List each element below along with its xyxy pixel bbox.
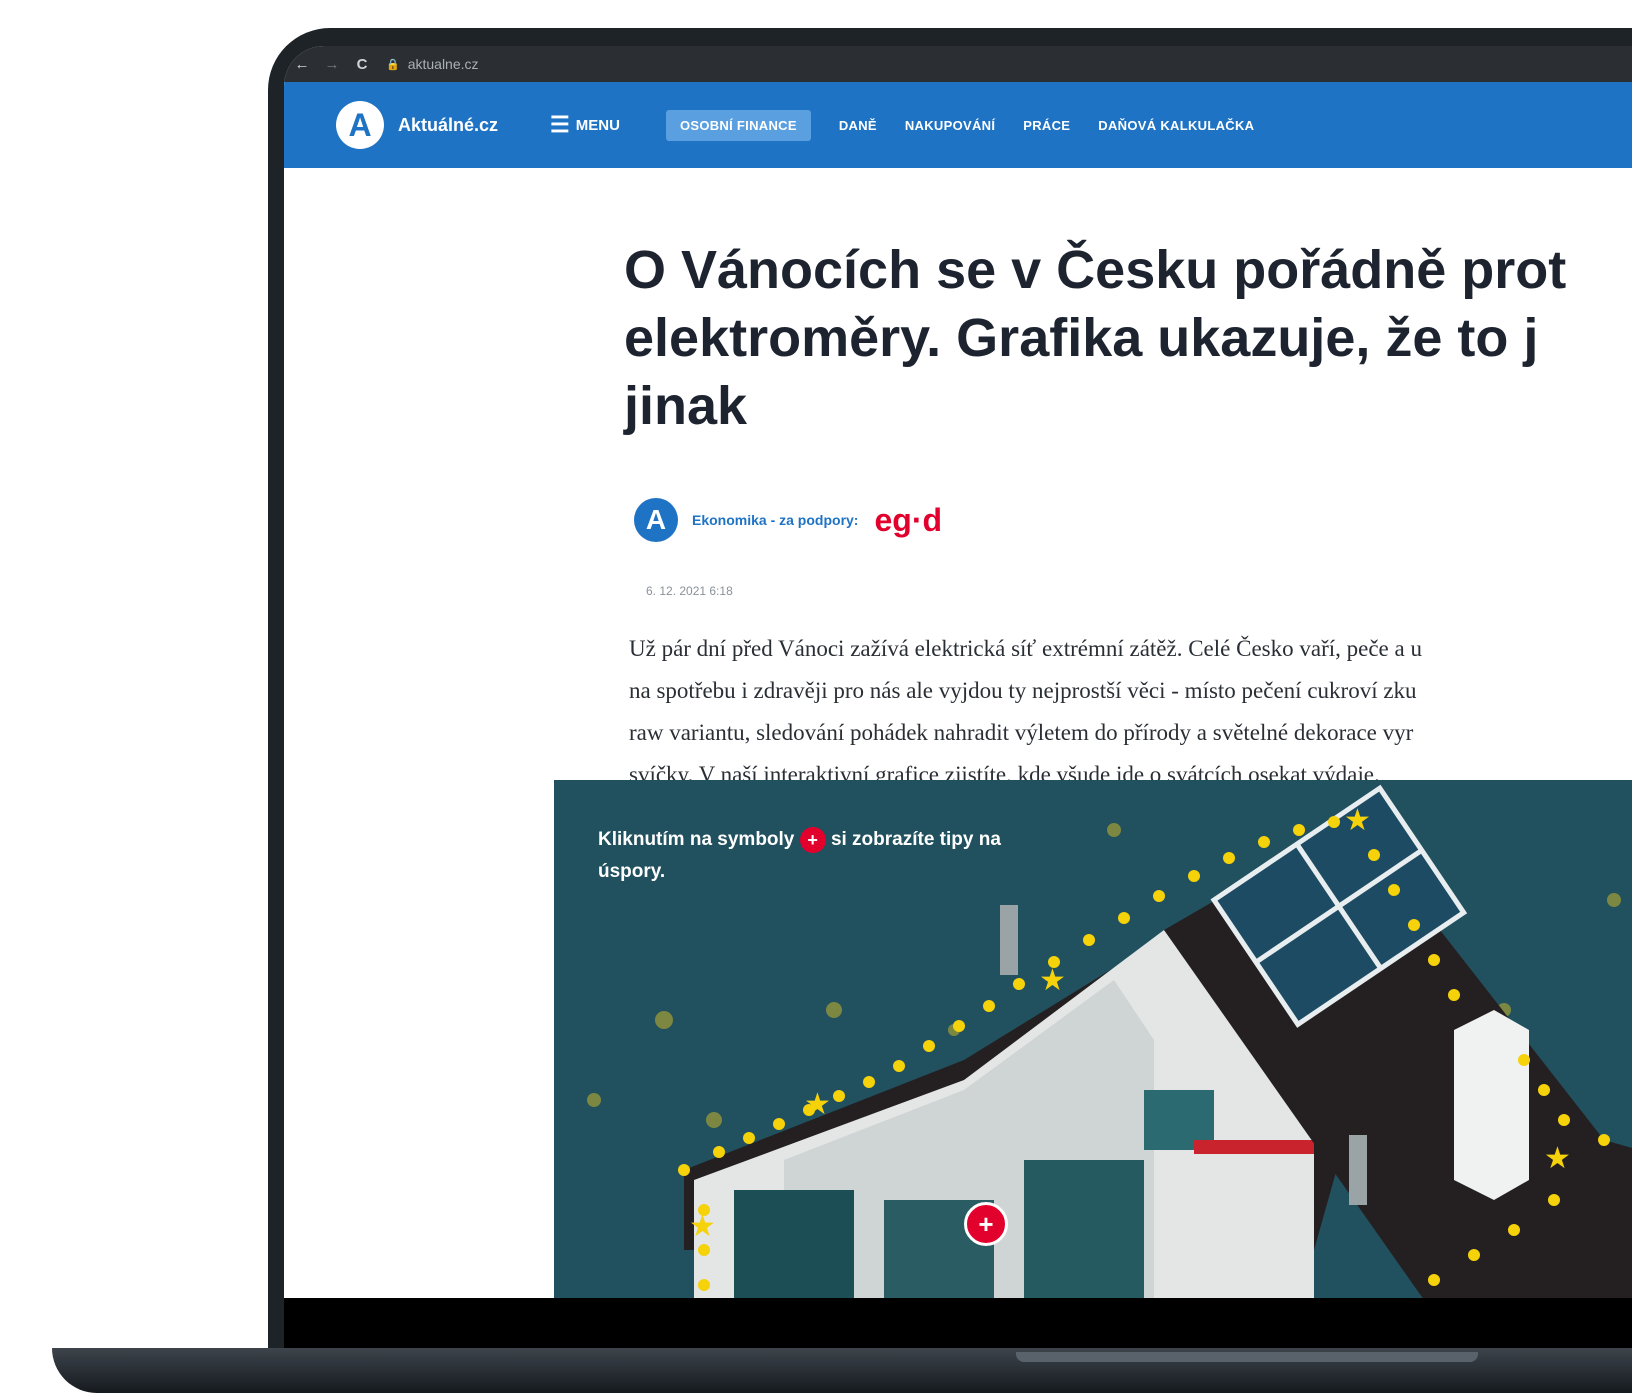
screen-bottom-bar bbox=[284, 1298, 1632, 1348]
article-meta: A Ekonomika - za podpory: eg·d bbox=[634, 498, 942, 542]
hint-text: Kliknutím na symboly bbox=[598, 829, 795, 850]
infographic-hint: Kliknutím na symboly + si zobrazíte tipy… bbox=[598, 824, 1018, 888]
menu-label: MENU bbox=[575, 116, 620, 134]
menu-button[interactable]: ☰ MENU bbox=[550, 114, 620, 136]
section-link[interactable]: Ekonomika - za podpory: bbox=[692, 512, 858, 528]
browser-toolbar: ← → C 🔒 aktualne.cz bbox=[284, 46, 1632, 82]
headline-line: O Vánocích se v Česku pořádně prot bbox=[624, 240, 1567, 300]
nav-dane[interactable]: DANĚ bbox=[839, 118, 877, 133]
headline-line: elektroměry. Grafika ukazuje, že to j bbox=[624, 308, 1539, 368]
lock-icon: 🔒 bbox=[386, 58, 400, 71]
lead-line: raw variantu, sledování pohádek nahradit… bbox=[629, 720, 1414, 745]
svg-text:★: ★ bbox=[1544, 1141, 1571, 1176]
lead-line: na spotřebu i zdravěji pro nás ale vyjdo… bbox=[629, 678, 1417, 703]
svg-text:★: ★ bbox=[1039, 963, 1066, 998]
tip-hotspot-button[interactable]: + bbox=[964, 1202, 1008, 1246]
headline-line: jinak bbox=[624, 376, 748, 436]
site-logo-text[interactable]: Aktuálné.cz bbox=[398, 115, 498, 136]
laptop-hinge bbox=[1016, 1352, 1478, 1362]
back-icon[interactable]: ← bbox=[290, 56, 314, 73]
site-header: A Aktuálné.cz ☰ MENU OSOBNÍ FINANCE DANĚ… bbox=[284, 82, 1632, 168]
laptop-screen: ← → C 🔒 aktualne.cz A Aktuálné.cz ☰ MENU… bbox=[284, 46, 1632, 1300]
svg-text:★: ★ bbox=[804, 1087, 831, 1122]
forward-icon[interactable]: → bbox=[320, 56, 344, 73]
nav-danova-kalkulacka[interactable]: DAŇOVÁ KALKULAČKA bbox=[1098, 118, 1254, 133]
svg-text:★: ★ bbox=[1344, 803, 1371, 838]
nav-prace[interactable]: PRÁCE bbox=[1023, 118, 1070, 133]
article-headline: O Vánocích se v Česku pořádně prot elekt… bbox=[624, 236, 1632, 440]
section-logo: A bbox=[634, 498, 678, 542]
interactive-infographic[interactable]: ★ ★ ★ ★ ★ Kliknutím na symboly + si zobr… bbox=[554, 780, 1632, 1300]
sponsor-logo[interactable]: eg·d bbox=[874, 502, 942, 539]
nav-osobni-finance[interactable]: OSOBNÍ FINANCE bbox=[665, 109, 811, 141]
address-bar[interactable]: aktualne.cz bbox=[408, 56, 479, 72]
plus-icon: + bbox=[799, 826, 826, 853]
site-logo[interactable]: A bbox=[336, 101, 384, 149]
hamburger-icon: ☰ bbox=[550, 112, 570, 137]
article-date: 6. 12. 2021 6:18 bbox=[646, 584, 733, 598]
svg-text:★: ★ bbox=[689, 1209, 716, 1244]
article-lead: Už pár dní před Vánoci zažívá elektrická… bbox=[629, 628, 1632, 796]
lead-line: Už pár dní před Vánoci zažívá elektrická… bbox=[629, 636, 1422, 661]
reload-icon[interactable]: C bbox=[350, 56, 374, 73]
nav-nakupovani[interactable]: NAKUPOVÁNÍ bbox=[905, 118, 995, 133]
